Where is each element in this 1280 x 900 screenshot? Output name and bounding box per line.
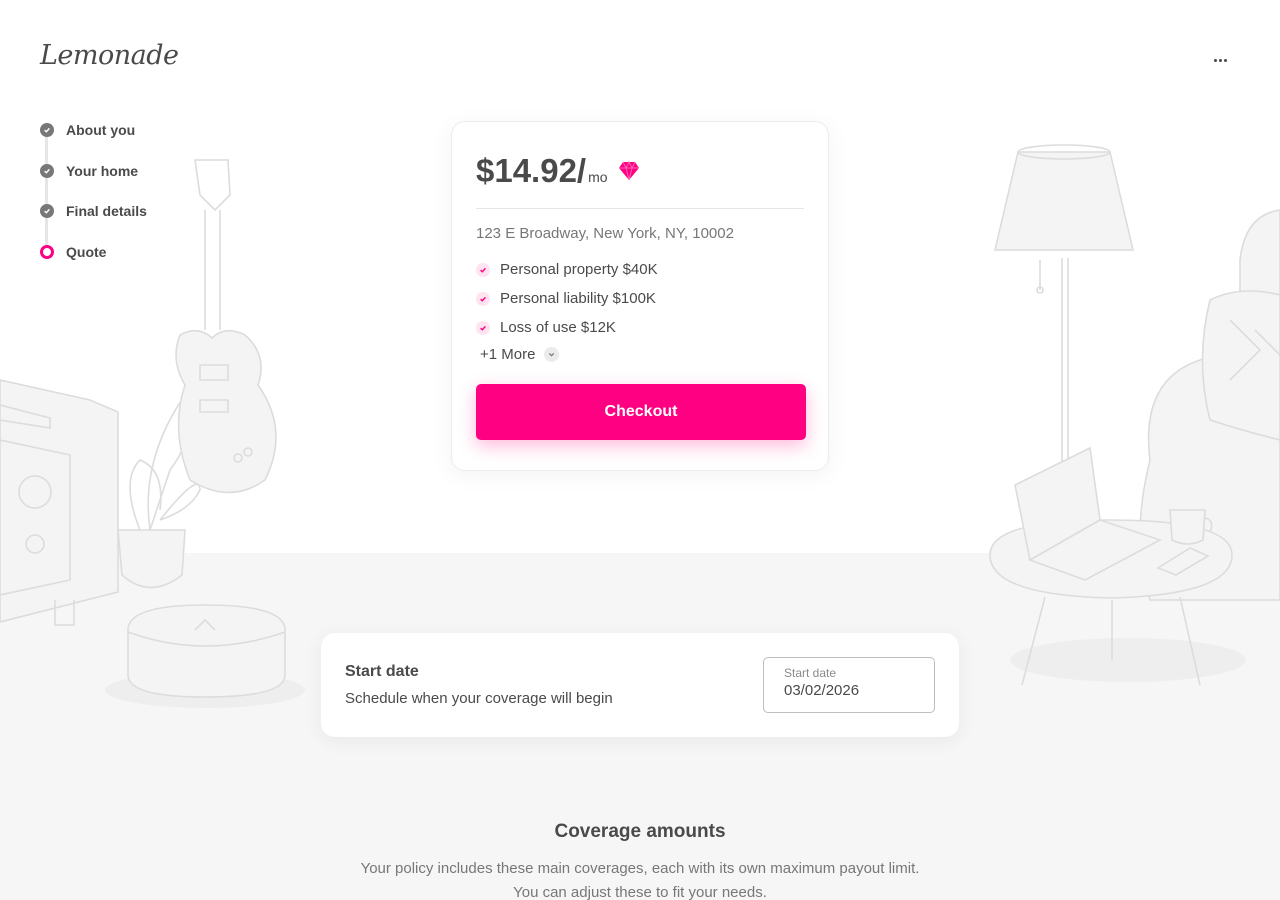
price-period: mo [588, 169, 608, 185]
step-final-details: Final details [40, 201, 147, 221]
check-icon [476, 320, 490, 335]
start-date-card: Start date Schedule when your coverage w… [321, 633, 959, 737]
current-step-icon [40, 244, 54, 259]
list-item: Personal liability $100K [476, 284, 804, 313]
coverage-label: Personal liability $100K [500, 290, 656, 307]
divider [476, 208, 804, 209]
description-line: You can adjust these to fit your needs. [513, 884, 767, 900]
start-date-field-label: Start date [784, 666, 837, 680]
step-quote: Quote [40, 242, 147, 262]
quote-card: $14.92/ mo 123 E Broadway, New York, NY,… [451, 121, 829, 471]
check-icon [476, 291, 490, 306]
show-more-label: +1 More [480, 346, 536, 363]
coverage-label: Loss of use $12K [500, 319, 616, 336]
address: 123 E Broadway, New York, NY, 10002 [476, 225, 734, 242]
coverage-list: Personal property $40K Personal liabilit… [476, 255, 804, 342]
step-label: Quote [66, 243, 107, 260]
step-label: Your home [66, 162, 139, 179]
coverage-label: Personal property $40K [500, 261, 658, 278]
chevron-down-icon [544, 347, 560, 362]
step-your-home: Your home [40, 161, 147, 181]
description-line: Your policy includes these main coverage… [360, 860, 920, 877]
check-icon [476, 262, 490, 277]
start-date-subtitle: Schedule when your coverage will begin [345, 690, 613, 707]
price-row: $14.92/ mo [476, 152, 804, 190]
list-item: Loss of use $12K [476, 313, 804, 342]
checkout-button[interactable]: Checkout [476, 384, 806, 440]
price-amount: $14.92/ [476, 152, 587, 189]
step-about-you: About you [40, 120, 147, 140]
start-date-value: 03/02/2026 [784, 682, 860, 699]
step-label: Final details [66, 203, 147, 219]
progress-line [45, 132, 48, 252]
list-item: Personal property $40K [476, 255, 804, 284]
step-label: About you [66, 122, 136, 138]
check-circle-icon [40, 163, 54, 178]
coverage-amounts-heading: Coverage amounts [554, 821, 726, 842]
start-date-field[interactable]: Start date 03/02/2026 [763, 657, 935, 713]
check-circle-icon [40, 123, 54, 137]
coverage-amounts-description: Your policy includes these main coverage… [340, 857, 940, 900]
gem-icon [618, 161, 639, 181]
start-date-title: Start date [345, 663, 419, 680]
progress-steps: About you Your home Final details Quote [40, 120, 147, 282]
lemonade-logo[interactable]: Lemonade [40, 40, 179, 71]
check-circle-icon [40, 204, 54, 218]
show-more-toggle[interactable]: +1 More [480, 346, 804, 363]
more-options-icon[interactable] [1206, 48, 1234, 72]
